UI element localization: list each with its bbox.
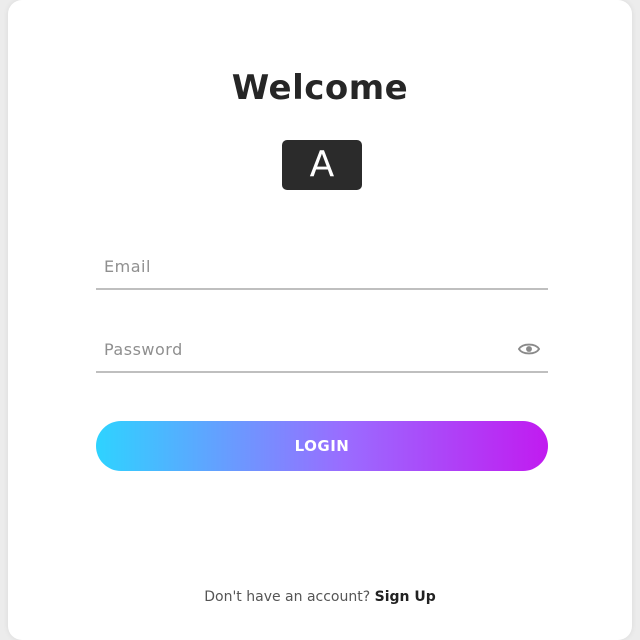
password-field-container bbox=[96, 331, 548, 373]
signup-link[interactable]: Sign Up bbox=[375, 589, 436, 605]
signup-prompt: Don't have an account? Sign Up bbox=[8, 589, 632, 605]
email-field[interactable] bbox=[96, 248, 504, 284]
login-button[interactable]: LOGIN bbox=[96, 421, 548, 471]
page-title: Welcome bbox=[231, 68, 409, 108]
logo-letter: A bbox=[309, 144, 335, 185]
email-field-container bbox=[96, 248, 548, 290]
eye-icon[interactable] bbox=[518, 341, 540, 357]
login-card: Welcome A LOGIN Don't have an account? S… bbox=[8, 0, 632, 640]
app-logo: A bbox=[282, 140, 362, 190]
password-field[interactable] bbox=[96, 331, 504, 367]
signup-prompt-text: Don't have an account? bbox=[204, 589, 371, 605]
